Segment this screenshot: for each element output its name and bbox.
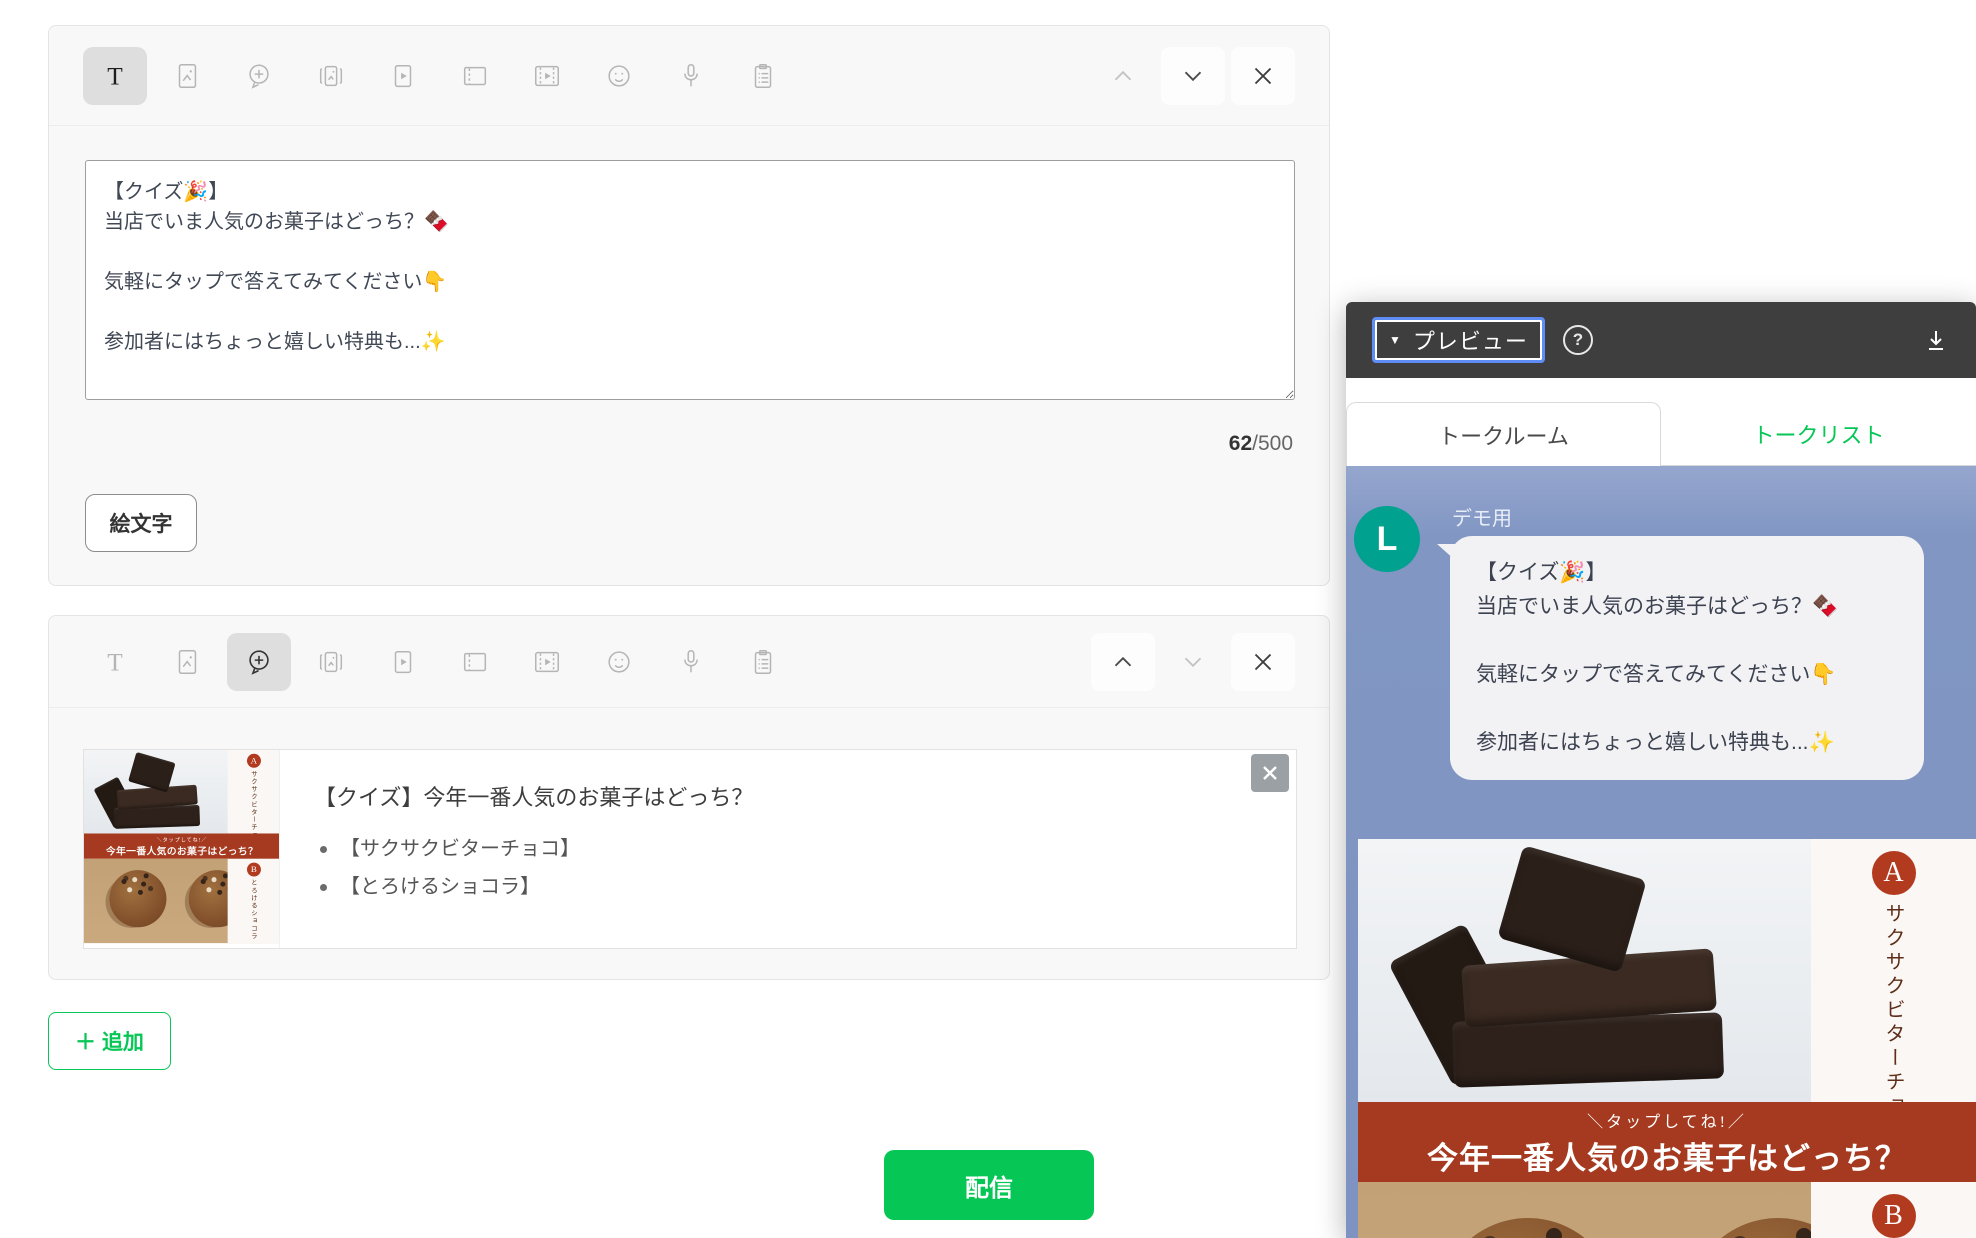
survey-tool-icon[interactable]: [731, 47, 795, 105]
badge-a: A: [1872, 851, 1916, 895]
label-a: サクサクビターチョコ: [249, 770, 258, 833]
coupon-tool-icon[interactable]: [443, 633, 507, 691]
block2-controls: [1091, 633, 1295, 691]
block1-controls: [1091, 47, 1295, 105]
account-avatar: L: [1354, 506, 1420, 572]
option-b-strip: B とろけるショコラ: [228, 859, 280, 943]
badge-b: B: [1872, 1194, 1916, 1238]
label-a: サクサクビターチョコ: [1879, 903, 1908, 1102]
cupcake-photo: B とろけるショコラ: [1358, 1182, 1976, 1238]
quiz-image-large: A サクサクビターチョコ ＼タップしてね!／ 今年一番人気のお菓子はどっち？ B…: [1358, 839, 1976, 1238]
broadcast-button[interactable]: 配信: [884, 1150, 1094, 1220]
preview-header: ▼ プレビュー ?: [1346, 302, 1976, 378]
move-up-icon[interactable]: [1091, 633, 1155, 691]
block1-toolbar: T: [49, 26, 1329, 126]
card-message-attachment: A サクサクビターチョコ ＼タップしてね!／ 今年一番人気のお菓子はどっち？ B…: [83, 749, 1297, 949]
message-block-text: T: [48, 25, 1330, 586]
chocolate-photo: A サクサクビターチョコ: [1358, 839, 1976, 1102]
carousel-tool-icon[interactable]: [299, 633, 363, 691]
preview-tabs: トークルーム トークリスト: [1346, 378, 1976, 466]
text-tool-icon[interactable]: T: [83, 47, 147, 105]
voice-tool-icon[interactable]: [659, 47, 723, 105]
caret-down-icon: ▼: [1389, 333, 1401, 347]
close-icon[interactable]: [1231, 633, 1295, 691]
coupon-tool-icon[interactable]: [443, 47, 507, 105]
block2-toolbar: T: [49, 616, 1329, 708]
emoji-tool-icon[interactable]: [587, 633, 651, 691]
emoji-picker-button[interactable]: 絵文字: [85, 494, 197, 552]
svg-text:T: T: [107, 62, 123, 90]
quiz-banner: ＼タップしてね!／ 今年一番人気のお菓子はどっち？: [1358, 1102, 1976, 1182]
option-a-strip: A サクサクビターチョコ: [1811, 839, 1976, 1102]
line-broadcast-composer-page: T: [0, 0, 1976, 1238]
account-name: デモ用: [1452, 502, 1512, 531]
quiz-image-small: A サクサクビターチョコ ＼タップしてね!／ 今年一番人気のお菓子はどっち？ B…: [84, 750, 280, 943]
remove-attachment-icon[interactable]: [1251, 754, 1289, 792]
carousel-tool-icon[interactable]: [299, 47, 363, 105]
card-thumbnail: A サクサクビターチョコ ＼タップしてね!／ 今年一番人気のお菓子はどっち？ B…: [84, 750, 280, 948]
quiz-banner: ＼タップしてね!／ 今年一番人気のお菓子はどっち？: [84, 833, 280, 858]
image-tool-icon[interactable]: [155, 47, 219, 105]
card-options: 【サクサクビターチョコ】 【とろけるショコラ】: [314, 830, 753, 906]
label-b: とろけるショコラ: [249, 879, 258, 940]
help-icon[interactable]: ?: [1563, 325, 1593, 355]
rich-video-tool-icon[interactable]: [515, 47, 579, 105]
message-block-card: T: [48, 615, 1330, 980]
rich-video-tool-icon[interactable]: [515, 633, 579, 691]
survey-tool-icon[interactable]: [731, 633, 795, 691]
card-option: 【サクサクビターチョコ】: [314, 830, 753, 868]
video-tool-icon[interactable]: [371, 47, 435, 105]
tab-talk-room[interactable]: トークルーム: [1346, 402, 1661, 466]
option-b-strip: B とろけるショコラ: [1811, 1182, 1976, 1238]
badge-b: B: [247, 863, 261, 877]
message-text-input[interactable]: 【クイズ🎉】 当店でいま人気のお菓子はどっち？🍫 気軽にタップで答えてみてくださ…: [85, 160, 1295, 400]
text-tool-icon[interactable]: T: [83, 633, 147, 691]
download-icon[interactable]: [1922, 326, 1950, 354]
card-title: 【クイズ】今年一番人気のお菓子はどっち？: [314, 780, 753, 812]
badge-a: A: [247, 754, 261, 768]
option-a-strip: A サクサクビターチョコ: [228, 750, 280, 833]
char-counter: 62/500: [1229, 432, 1293, 456]
chat-preview: L デモ用 【クイズ🎉】 当店でいま人気のお菓子はどっち？🍫 気軽にタップで答え…: [1346, 466, 1976, 1238]
video-tool-icon[interactable]: [371, 633, 435, 691]
cupcake-photo: B とろけるショコラ: [84, 859, 280, 943]
close-icon[interactable]: [1231, 47, 1295, 105]
card-message-preview: A サクサクビターチョコ ＼タップしてね!／ 今年一番人気のお菓子はどっち？ B…: [1358, 839, 1976, 1238]
add-message-button[interactable]: ＋ 追加: [48, 1012, 171, 1070]
card-summary: 【クイズ】今年一番人気のお菓子はどっち？ 【サクサクビターチョコ】 【とろけるシ…: [280, 750, 753, 948]
move-down-icon[interactable]: [1161, 633, 1225, 691]
image-tool-icon[interactable]: [155, 633, 219, 691]
card-message-tool-icon[interactable]: [227, 633, 291, 691]
preview-panel: ▼ プレビュー ? トークルーム トークリスト L デモ用 【クイズ🎉】 当店で…: [1346, 302, 1976, 1238]
card-option: 【とろけるショコラ】: [314, 868, 753, 906]
tab-talk-list[interactable]: トークリスト: [1661, 402, 1976, 466]
move-up-icon[interactable]: [1091, 47, 1155, 105]
emoji-tool-icon[interactable]: [587, 47, 651, 105]
card-message-tool-icon[interactable]: [227, 47, 291, 105]
voice-tool-icon[interactable]: [659, 633, 723, 691]
preview-mode-select[interactable]: ▼ プレビュー: [1372, 317, 1545, 363]
move-down-icon[interactable]: [1161, 47, 1225, 105]
preview-title: プレビュー: [1413, 324, 1528, 356]
svg-text:T: T: [107, 648, 123, 676]
message-bubble: 【クイズ🎉】 当店でいま人気のお菓子はどっち？🍫 気軽にタップで答えてみてくださ…: [1450, 536, 1924, 780]
chocolate-photo: A サクサクビターチョコ: [84, 750, 280, 833]
